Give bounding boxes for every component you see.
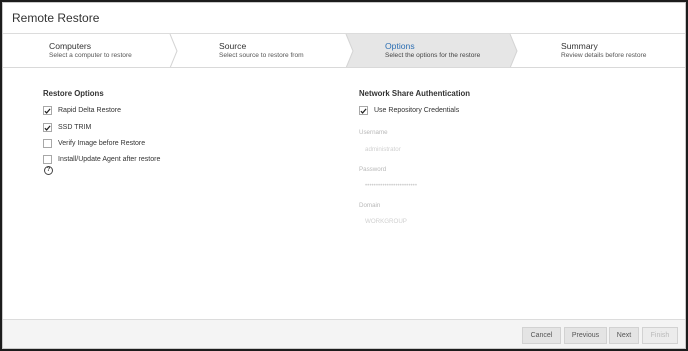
step-name: Computers (49, 41, 92, 51)
checkbox[interactable] (43, 106, 52, 115)
option-install-update-agent[interactable]: Install/Update Agent after restore (43, 154, 160, 165)
option-label: Verify Image before Restore (58, 140, 146, 147)
step-desc: Review details before restore (561, 52, 647, 59)
checkbox[interactable] (43, 123, 52, 132)
restore-options-title: Restore Options (43, 89, 104, 98)
step-desc: Select the options for the restore (385, 52, 481, 59)
option-rapid-delta-restore[interactable]: Rapid Delta Restore (43, 105, 121, 116)
option-verify-image[interactable]: Verify Image before Restore (43, 138, 145, 149)
option-label: Install/Update Agent after restore (58, 156, 161, 163)
domain-label: Domain (359, 202, 381, 209)
previous-button[interactable]: Previous (564, 327, 607, 344)
option-label: Use Repository Credentials (374, 107, 460, 114)
step-name: Summary (561, 41, 598, 51)
password-field[interactable] (365, 179, 665, 191)
username-field[interactable] (365, 143, 665, 155)
dialog-footer: Cancel Previous Next Finish (3, 319, 685, 348)
checkmark-icon (44, 107, 51, 114)
option-ssd-trim[interactable]: SSD TRIM (43, 122, 91, 133)
checkmark-icon (44, 124, 51, 131)
password-label: Password (359, 166, 387, 173)
active-step-background (346, 34, 517, 67)
help-icon[interactable]: ? (44, 166, 53, 175)
wizard-chevrons (169, 34, 518, 67)
dialog-title: Remote Restore (12, 11, 100, 25)
step-desc: Select source to restore from (219, 52, 304, 59)
dialog-titlebar: Remote Restore (3, 3, 685, 34)
checkbox[interactable] (43, 155, 52, 164)
step-name: Options (385, 41, 415, 51)
remote-restore-dialog: Remote Restore Computers Select a comput… (2, 2, 686, 349)
option-use-repository-credentials[interactable]: Use Repository Credentials (359, 105, 459, 116)
option-label: SSD TRIM (58, 124, 92, 131)
checkbox[interactable] (359, 106, 368, 115)
username-label: Username (359, 129, 388, 136)
step-divider (169, 34, 178, 67)
option-label: Rapid Delta Restore (58, 107, 122, 114)
step-desc: Select a computer to restore (49, 52, 132, 59)
network-auth-title: Network Share Authentication (359, 89, 471, 98)
domain-field[interactable] (365, 215, 665, 227)
checkbox[interactable] (43, 139, 52, 148)
finish-button[interactable]: Finish (642, 327, 678, 344)
checkmark-icon (360, 107, 367, 114)
next-button[interactable]: Next (609, 327, 639, 344)
cancel-button[interactable]: Cancel (522, 327, 561, 344)
step-name: Source (219, 41, 247, 51)
wizard-steps: Computers Select a computer to restore S… (3, 34, 685, 68)
